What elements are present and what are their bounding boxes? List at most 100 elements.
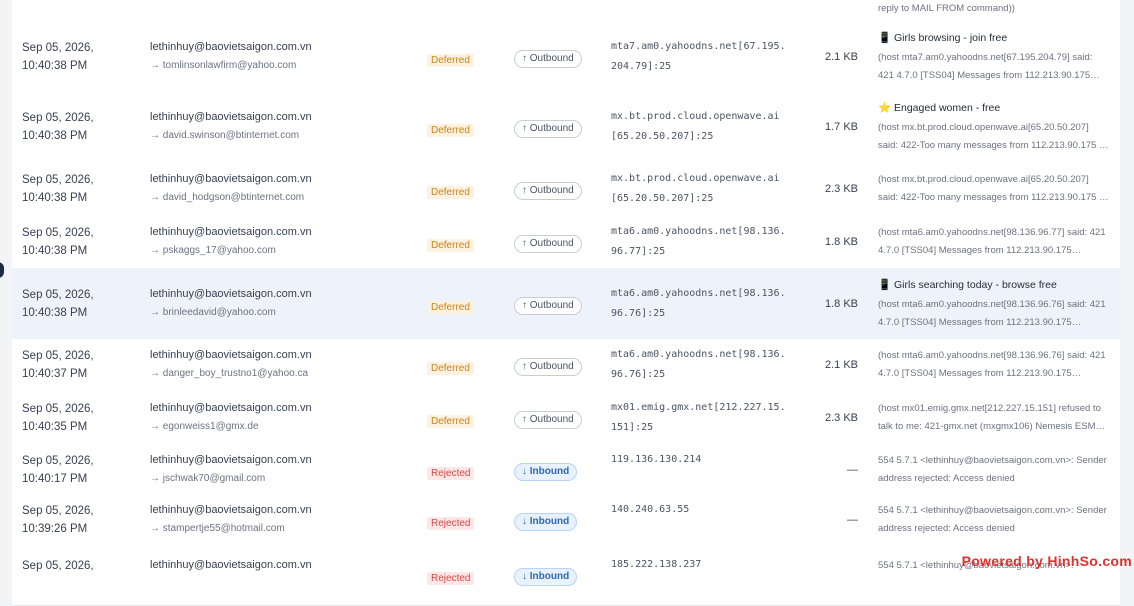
address-cell: lethinhuy@baovietsaigon.com.vn → tomlins… <box>150 38 410 74</box>
sender-address: lethinhuy@baovietsaigon.com.vn <box>150 172 312 185</box>
recipient-address: → david_hodgson@btinternet.com <box>150 191 305 203</box>
address-cell: lethinhuy@baovietsaigon.com.vn → danger_… <box>150 346 410 382</box>
status-badge: Rejected <box>427 466 475 480</box>
direction-badge: ↑ Outbound <box>514 296 582 315</box>
time-text: 10:40:38 PM <box>22 130 88 142</box>
response-cell: (host mta6.am0.yahoodns.net[98.136.96.76… <box>878 347 1110 383</box>
sender-address: lethinhuy@baovietsaigon.com.vn <box>150 111 312 123</box>
status-badge: Rejected <box>427 517 475 530</box>
response-cell: (host mta6.am0.yahoodns.net[98.136.96.77… <box>878 224 1110 260</box>
status-cell: Deferred <box>427 411 474 429</box>
sidebar-collapse-handle[interactable] <box>0 262 4 278</box>
size-cell: 2.3 KB <box>824 411 858 424</box>
status-cell: Deferred <box>427 235 474 253</box>
address-cell: lethinhuy@baovietsaigon.com.vn <box>150 556 410 576</box>
table-row[interactable]: Sep 05, 2026, 10:40:35 PM lethinhuy@baov… <box>12 391 1120 445</box>
recipient-address: → brinleedavid@yahoo.com <box>150 306 276 318</box>
table-row[interactable]: Sep 05, 2026, 10:40:38 PM lethinhuy@baov… <box>12 215 1120 269</box>
status-badge: Deferred <box>427 300 474 314</box>
direction-badge: ↑ Outbound <box>514 50 582 68</box>
sender-address: lethinhuy@baovietsaigon.com.vn <box>150 225 312 238</box>
table-row[interactable]: Sep 05, 2026, 10:40:38 PM lethinhuy@baov… <box>12 162 1120 216</box>
date-cell: Sep 05, 2026, 10:40:38 PM <box>22 286 132 322</box>
date-cell: Sep 05, 2026, 10:40:37 PM <box>22 347 132 383</box>
time-text: 10:40:35 PM <box>22 420 88 433</box>
table-row[interactable]: Sep 05, 2026, lethinhuy@baovietsaigon.co… <box>12 545 1120 606</box>
sender-address: lethinhuy@baovietsaigon.com.vn <box>150 41 312 53</box>
response-message: (host mta6.am0.yahoodns.net[98.136.96.76… <box>878 350 1106 379</box>
status-badge: Rejected <box>427 572 475 585</box>
date-cell: Sep 05, 2026, 10:40:38 PM <box>22 171 132 207</box>
date-text: Sep 05, 2026, <box>22 560 94 572</box>
direction-badge: ↑ Outbound <box>514 234 582 253</box>
date-text: Sep 05, 2026, <box>22 402 94 415</box>
size-cell: 1.8 KB <box>824 235 858 248</box>
address-cell: lethinhuy@baovietsaigon.com.vn → brinlee… <box>150 285 410 321</box>
watermark-text: Powered by HinhSo.com <box>961 553 1132 569</box>
table-row[interactable]: Sep 05, 2026, 10:40:17 PM lethinhuy@baov… <box>12 444 1120 496</box>
response-message: 554 5.7.1 <lethinhuy@baovietsaigon.com.v… <box>878 454 1107 484</box>
response-message: (host mta7.am0.yahoodns.net[67.195.204.7… <box>878 52 1093 81</box>
recipient-address: → egonweiss1@gmx.de <box>150 420 259 432</box>
time-text: 10:40:38 PM <box>22 60 88 72</box>
date-cell: Sep 05, 2026, <box>22 557 132 575</box>
date-text: Sep 05, 2026, <box>22 42 94 54</box>
table-row[interactable]: Sep 05, 2026, 10:40:38 PM lethinhuy@baov… <box>12 22 1120 93</box>
direction-badge: ↑ Outbound <box>514 358 582 376</box>
status-cell: Deferred <box>427 120 474 138</box>
direction-cell: ↑ Outbound <box>514 118 582 138</box>
sender-address: lethinhuy@baovietsaigon.com.vn <box>150 504 312 516</box>
date-text: Sep 05, 2026, <box>22 350 94 362</box>
mx-host-cell: mx01.emig.gmx.net[212.227.15.151]:25 <box>611 401 786 433</box>
recipient-address: → danger_boy_trustno1@yahoo.ca <box>150 368 309 379</box>
date-cell: Sep 05, 2026, 10:40:38 PM <box>22 109 132 145</box>
direction-cell: ↑ Outbound <box>514 48 582 68</box>
direction-cell: ↑ Outbound <box>514 180 582 200</box>
status-cell: Rejected <box>427 513 475 531</box>
direction-badge: ↑ Outbound <box>514 181 582 200</box>
address-cell: lethinhuy@baovietsaigon.com.vn → stamper… <box>150 501 410 537</box>
time-text: 10:39:26 PM <box>22 523 88 535</box>
mx-host-cell: mta6.am0.yahoodns.net[98.136.96.77]:25 <box>611 225 786 257</box>
table-row[interactable]: Sep 05, 2026, 10:40:37 PM lethinhuy@baov… <box>12 339 1120 392</box>
sender-address: lethinhuy@baovietsaigon.com.vn <box>150 287 312 300</box>
mx-host-cell: 140.240.63.55 <box>611 504 690 515</box>
direction-cell: ↑ Outbound <box>514 295 582 315</box>
recipient-address: → pskaggs_17@yahoo.com <box>150 244 276 256</box>
direction-cell: ↑ Outbound <box>514 233 582 253</box>
direction-badge: ↓ Inbound <box>514 568 578 586</box>
size-cell: 2.1 KB <box>824 359 858 371</box>
response-cell: (host mx.bt.prod.cloud.openwave.ai[65.20… <box>878 171 1110 207</box>
time-text: 10:40:17 PM <box>22 472 88 485</box>
table-row[interactable]: 10:40:38 PM → roger.woolnough1@btinterne… <box>12 0 1120 23</box>
date-cell: Sep 05, 2026, 10:40:35 PM <box>22 400 132 436</box>
table-row[interactable]: Sep 05, 2026, 10:40:38 PM lethinhuy@baov… <box>12 268 1120 340</box>
subject-text: 📱 Girls searching today - browse free <box>878 278 1057 291</box>
response-cell: 📱 Girls searching today - browse free (h… <box>878 277 1110 332</box>
time-text: 10:40:38 PM <box>22 191 88 204</box>
response-cell: (host mx01.emig.gmx.net[212.227.15.151] … <box>878 400 1110 436</box>
status-cell: Deferred <box>427 297 474 315</box>
response-cell: 554 5.7.1 <lethinhuy@baovietsaigon.com.v… <box>878 502 1110 538</box>
response-message: (host mta6.am0.yahoodns.net[98.136.96.77… <box>878 226 1106 256</box>
mx-host-cell: mx.bt.prod.cloud.openwave.ai[65.20.50.20… <box>611 111 780 142</box>
sender-address: lethinhuy@baovietsaigon.com.vn <box>150 401 312 414</box>
status-badge: Deferred <box>427 54 474 67</box>
sender-address: lethinhuy@baovietsaigon.com.vn <box>150 349 312 361</box>
address-cell: lethinhuy@baovietsaigon.com.vn → jschwak… <box>150 451 410 487</box>
response-cell: ⭐ Engaged women - free (host mx.bt.prod.… <box>878 100 1110 155</box>
time-text: 10:40:38 PM <box>22 306 88 319</box>
table-row[interactable]: Sep 05, 2026, 10:40:38 PM lethinhuy@baov… <box>12 92 1120 163</box>
mx-host-cell: mta6.am0.yahoodns.net[98.136.96.76]:25 <box>611 287 786 319</box>
mx-host-cell: 119.136.130.214 <box>611 453 702 465</box>
address-cell: lethinhuy@baovietsaigon.com.vn → egonwei… <box>150 399 410 435</box>
mx-host-cell: 185.222.138.237 <box>611 559 702 570</box>
table-row[interactable]: Sep 05, 2026, 10:39:26 PM lethinhuy@baov… <box>12 495 1120 546</box>
subject-text: 📱 Girls browsing - join free <box>878 32 1008 44</box>
status-badge: Deferred <box>427 185 474 199</box>
status-badge: Deferred <box>427 414 474 428</box>
response-message: (host mx01.emig.gmx.net[212.227.15.151] … <box>878 402 1108 432</box>
size-cell: 1.7 KB <box>824 121 858 133</box>
status-cell: Deferred <box>427 50 474 68</box>
size-cell: 1.8 KB <box>824 297 858 310</box>
